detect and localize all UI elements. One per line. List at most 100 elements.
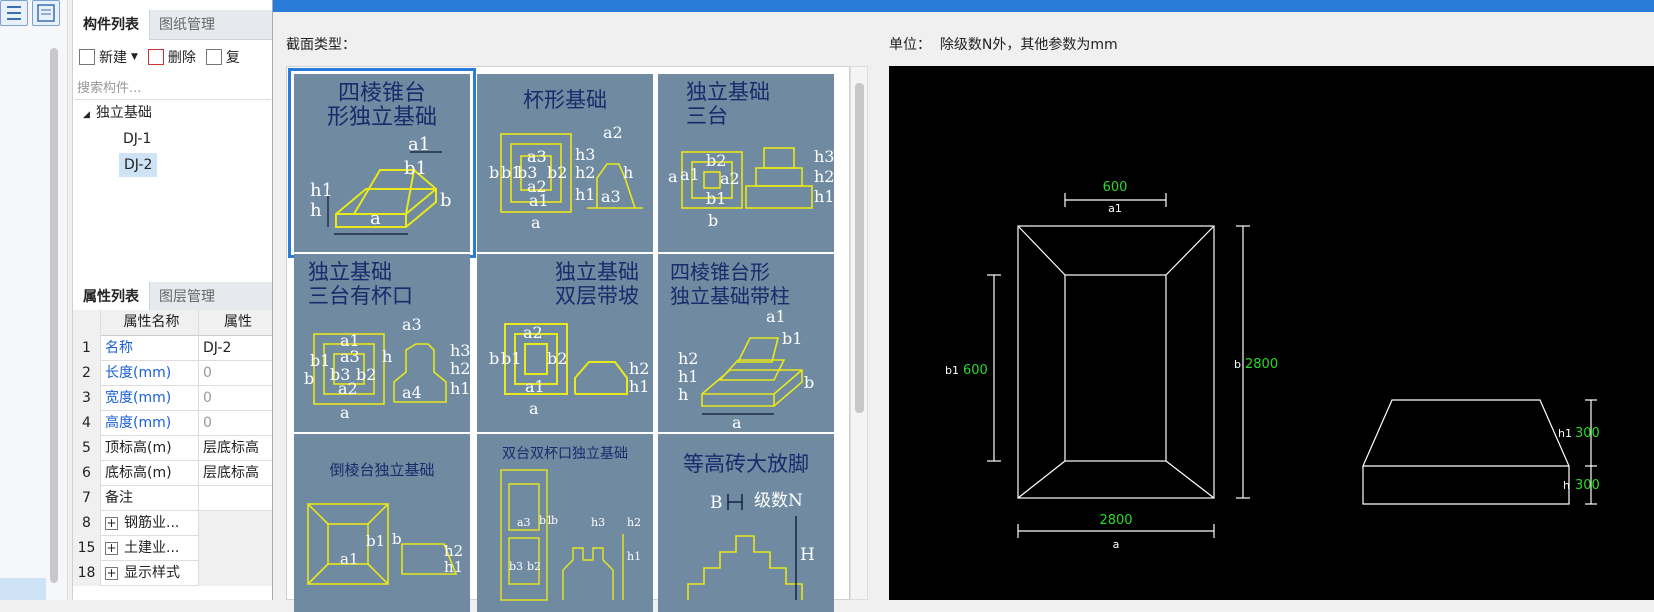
- expand-plus-icon[interactable]: +: [105, 516, 118, 530]
- row-num: 18: [73, 561, 101, 586]
- thumbnail-title: 四棱锥台形 独立基础带柱: [670, 260, 790, 308]
- svg-text:h: h: [623, 163, 633, 182]
- thumbnail-inverted-frustum-footing[interactable]: b1 b a1 h2 h1 倒棱台独立基础: [294, 434, 470, 612]
- thumbnail-title: 独立基础 三台有杯口: [308, 260, 413, 308]
- svg-text:b: b: [304, 369, 314, 388]
- svg-text:a3: a3: [402, 315, 422, 334]
- gallery-scrollbar[interactable]: [850, 66, 868, 600]
- svg-text:a: a: [531, 213, 541, 232]
- thumbnail-three-step-cup-footing[interactable]: a1 a3 b1 b b3 b2 a2 a a3 h a4 h3 h2 h1 独…: [294, 254, 470, 432]
- svg-text:b2: b2: [547, 163, 567, 182]
- row-value[interactable]: 0: [199, 361, 273, 386]
- svg-text:h1: h1: [678, 367, 698, 386]
- dialog-title-bar[interactable]: [273, 0, 1654, 12]
- row-num: 5: [73, 436, 101, 461]
- table-row[interactable]: 6 底标高(m) 层底标高: [73, 461, 273, 486]
- svg-text:a2: a2: [523, 323, 543, 342]
- header-value: 属性: [224, 314, 252, 330]
- chevron-down-icon[interactable]: ▼: [131, 52, 138, 62]
- expand-plus-icon[interactable]: +: [105, 566, 118, 580]
- svg-text:h3: h3: [814, 147, 834, 166]
- b1-value: 600: [963, 363, 988, 378]
- row-name: + 显示样式: [101, 561, 199, 586]
- component-tree: ◢ 独立基础 DJ-1 DJ-2: [73, 100, 273, 178]
- thumbnail-double-cup-footing[interactable]: a3 b1 b b3 b2 h3 h2 h1 双台双杯口独立基础: [477, 434, 653, 612]
- row-value: [199, 561, 273, 586]
- table-row[interactable]: 5 顶标高(m) 层底标高: [73, 436, 273, 461]
- new-button[interactable]: 新建 ▼: [79, 47, 138, 67]
- tree-item-selected[interactable]: DJ-2: [73, 152, 273, 178]
- tab-drawing-management[interactable]: 图纸管理: [149, 10, 225, 40]
- svg-text:h2: h2: [629, 359, 649, 378]
- row-value[interactable]: 0: [199, 411, 273, 436]
- svg-text:h1: h1: [627, 550, 641, 563]
- row-name-label: 土建业...: [124, 540, 180, 556]
- row-num: 2: [73, 361, 101, 386]
- row-name: 长度(mm): [101, 361, 199, 386]
- search-input[interactable]: 搜索构件...: [75, 78, 271, 100]
- table-row[interactable]: 7 备注: [73, 486, 273, 511]
- delete-button[interactable]: 删除: [147, 47, 196, 67]
- tree-root[interactable]: ◢ 独立基础: [73, 100, 273, 126]
- svg-text:级数N: 级数N: [754, 491, 803, 511]
- copy-button[interactable]: 复: [205, 47, 240, 67]
- svg-text:a1: a1: [525, 377, 545, 396]
- thumbnail-brick-footing[interactable]: B 级数N H 等高砖大放脚: [658, 434, 834, 612]
- row-value[interactable]: 层底标高: [199, 436, 273, 461]
- header-num: [73, 310, 101, 336]
- table-row[interactable]: 15 + 土建业...: [73, 536, 273, 561]
- thumbnail-cup-footing[interactable]: a2 b b1 b3 b2 a3 a2 a1 h3 h2 h1 h a3 a 杯…: [477, 74, 653, 252]
- svg-text:a3: a3: [601, 187, 621, 206]
- row-value[interactable]: DJ-2: [199, 336, 273, 361]
- svg-text:a: a: [529, 399, 539, 418]
- tab-layer-management[interactable]: 图层管理: [149, 282, 225, 312]
- a1-label: a1: [1108, 202, 1122, 215]
- a-label: a: [1113, 538, 1120, 551]
- section-type-label: 截面类型：: [286, 37, 356, 53]
- thumbnail-pyramid-frustum-footing[interactable]: a1 b1 h1 h a b 四棱锥台 形独立基础: [288, 68, 476, 258]
- tree-item[interactable]: DJ-1: [73, 126, 273, 152]
- plan-inner-rect: [1064, 274, 1167, 462]
- property-view-icon[interactable]: [32, 0, 60, 26]
- svg-text:a4: a4: [402, 383, 422, 402]
- row-value[interactable]: 层底标高: [199, 461, 273, 486]
- svg-text:a2: a2: [720, 169, 740, 188]
- svg-text:h1: h1: [575, 185, 595, 204]
- property-tabbar: 属性列表 图层管理: [73, 282, 273, 312]
- svg-text:b2: b2: [527, 560, 541, 573]
- gallery-scrollbar-thumb[interactable]: [855, 83, 864, 413]
- table-row[interactable]: 18 + 显示样式: [73, 561, 273, 586]
- row-value[interactable]: [199, 486, 273, 511]
- tab-property-list[interactable]: 属性列表: [73, 282, 150, 312]
- tab-component-list[interactable]: 构件列表: [73, 10, 150, 40]
- row-num: 15: [73, 536, 101, 561]
- table-row[interactable]: 1 名称 DJ-2: [73, 336, 273, 361]
- list-view-icon[interactable]: [0, 0, 28, 26]
- tree-root-label: 独立基础: [95, 105, 152, 121]
- thumbnail-three-step-footing[interactable]: a a1 b2 a2 b1 b h3 h2 h1 独立基础 三台: [658, 74, 834, 252]
- svg-text:H: H: [800, 545, 815, 565]
- table-row[interactable]: 8 + 钢筋业...: [73, 511, 273, 536]
- thumbnail-title: 等高砖大放脚: [683, 452, 809, 476]
- row-value: [199, 536, 273, 561]
- strip-scrollbar[interactable]: [50, 48, 58, 583]
- svg-text:a: a: [732, 413, 742, 432]
- table-row[interactable]: 3 宽度(mm) 0: [73, 386, 273, 411]
- svg-text:a1: a1: [766, 307, 786, 326]
- section-outline: [1362, 399, 1570, 505]
- section-shape-dialog: 截面类型： 单位： 除级数N外，其他参数为mm a1 b1 h1 h a b 四…: [272, 0, 1654, 612]
- strip-selection: [0, 578, 46, 600]
- expand-plus-icon[interactable]: +: [105, 541, 118, 555]
- row-value[interactable]: 0: [199, 386, 273, 411]
- row-name: + 钢筋业...: [101, 511, 199, 536]
- thumbnail-double-slope-footing[interactable]: a2 b b1 b2 a1 a h2 h1 独立基础 双层带坡: [477, 254, 653, 432]
- svg-text:h2: h2: [678, 349, 698, 368]
- svg-text:a3: a3: [517, 516, 531, 529]
- unit-label: 单位： 除级数N外，其他参数为mm: [889, 34, 1118, 54]
- collapse-triangle-icon[interactable]: ◢: [83, 110, 90, 120]
- table-row[interactable]: 2 长度(mm) 0: [73, 361, 273, 386]
- thumbnail-pyramid-footing-with-column[interactable]: a1 b1 h2 h1 h a b 四棱锥台形 独立基础带柱: [658, 254, 834, 432]
- svg-text:B: B: [710, 493, 723, 513]
- tree-item-label: DJ-1: [123, 131, 152, 147]
- table-row[interactable]: 4 高度(mm) 0: [73, 411, 273, 436]
